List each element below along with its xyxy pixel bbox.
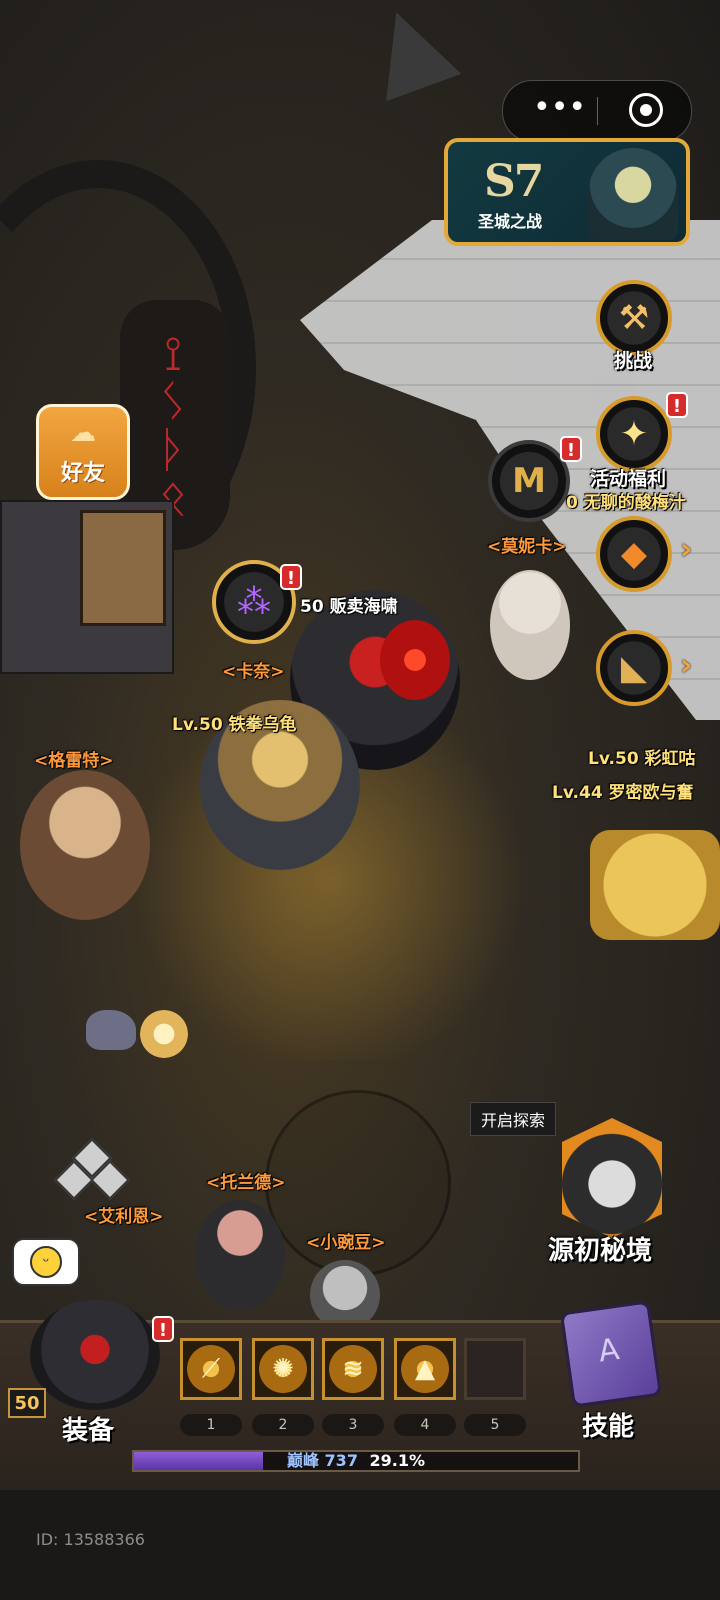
player-level: 50 bbox=[8, 1388, 46, 1418]
slot-number-4: 4 bbox=[394, 1414, 456, 1436]
skill-book-icon[interactable] bbox=[559, 1300, 663, 1408]
chevron-right-icon[interactable]: › bbox=[680, 532, 692, 567]
seller-player-label: 50 贩卖海啸 bbox=[300, 597, 398, 617]
glowing-orb[interactable] bbox=[140, 1010, 188, 1058]
cheese-player[interactable] bbox=[590, 830, 720, 940]
skill-label[interactable]: 技能 bbox=[582, 1406, 634, 1443]
crystal-menu-button[interactable] bbox=[54, 1138, 130, 1212]
season-title: S7 bbox=[484, 156, 544, 207]
claw-icon: ≋ bbox=[342, 1354, 364, 1384]
skill-slot-3[interactable]: ≋ bbox=[322, 1338, 384, 1400]
slot-number-1: 1 bbox=[180, 1414, 242, 1436]
peak-percent: 29.1% bbox=[369, 1451, 426, 1470]
kanai-label: <卡奈> bbox=[222, 662, 285, 682]
pea-label: <小豌豆> bbox=[306, 1233, 386, 1253]
chat-button[interactable]: ᵕ bbox=[12, 1238, 80, 1286]
purple-orbs-icon: ⁂ bbox=[237, 582, 271, 622]
m-crest-icon: M bbox=[512, 461, 546, 501]
slot-number-3: 3 bbox=[322, 1414, 384, 1436]
peak-value: 737 bbox=[324, 1451, 358, 1470]
lantern-icon: ✦ bbox=[619, 414, 649, 454]
skill-slot-2[interactable]: ✺ bbox=[252, 1338, 314, 1400]
monica-guild-button[interactable]: M bbox=[488, 440, 570, 522]
monica-badge: ! bbox=[560, 436, 582, 462]
cat-pet bbox=[86, 1010, 136, 1050]
events-button[interactable]: ✦ bbox=[596, 396, 672, 472]
demon-mask-icon: ▲ bbox=[415, 1354, 435, 1384]
slash-icon: ⟋ bbox=[201, 1353, 221, 1384]
monica-npc[interactable] bbox=[490, 570, 570, 680]
skull-portal-icon[interactable] bbox=[562, 1118, 662, 1238]
slot-number-2: 2 bbox=[252, 1414, 314, 1436]
grete-npc[interactable] bbox=[20, 770, 150, 920]
monica-label: <莫妮卡> bbox=[487, 537, 567, 557]
season-banner[interactable]: S7 圣城之战 bbox=[444, 138, 690, 246]
events-badge: ! bbox=[666, 392, 688, 418]
more-dots-icon[interactable]: ••• bbox=[533, 93, 586, 125]
red-eye-pet bbox=[380, 620, 450, 700]
skill-slot-4[interactable]: ▲ bbox=[394, 1338, 456, 1400]
cloud-icon: ☁ bbox=[70, 418, 96, 448]
tolan-label: <托兰德> bbox=[206, 1173, 286, 1193]
equipment-avatar[interactable] bbox=[30, 1300, 160, 1410]
explore-tooltip: 开启探索 bbox=[470, 1102, 557, 1136]
ironfist-player-label: Lv.50 铁拳乌龟 bbox=[172, 715, 297, 735]
romeo-player-label: Lv.44 罗密欧与奮 bbox=[552, 783, 694, 803]
gem-icon: ◆ bbox=[620, 534, 648, 574]
season-portrait bbox=[588, 148, 678, 240]
peak-label: 巅峰 bbox=[286, 1451, 319, 1470]
burst-icon: ✺ bbox=[272, 1354, 294, 1384]
capsule-divider bbox=[597, 97, 598, 125]
equipment-label[interactable]: 装备 bbox=[62, 1410, 114, 1447]
grete-label: <格雷特> bbox=[34, 751, 114, 771]
peak-progress-bar: 巅峰 737 29.1% bbox=[132, 1450, 580, 1472]
friend-button[interactable]: ☁ 好友 bbox=[36, 404, 130, 500]
friend-label: 好友 bbox=[60, 461, 105, 486]
smiley-icon: ᵕ bbox=[30, 1246, 62, 1278]
trade-badge: ! bbox=[280, 564, 302, 590]
season-subtitle: 圣城之战 bbox=[478, 212, 543, 231]
wooden-sign bbox=[80, 510, 166, 626]
tolan-npc[interactable] bbox=[195, 1200, 285, 1310]
gem-button[interactable]: ◆ bbox=[596, 516, 672, 592]
peak-progress-text: 巅峰 737 29.1% bbox=[134, 1452, 578, 1470]
skill-slot-1[interactable]: ⟋ bbox=[180, 1338, 242, 1400]
skill-slot-5[interactable] bbox=[464, 1338, 526, 1400]
equipment-badge: ! bbox=[152, 1316, 174, 1342]
events-label: 活动福利 bbox=[590, 468, 667, 490]
challenge-label: 挑战 bbox=[614, 350, 653, 372]
user-id: ID: 13588366 bbox=[36, 1530, 145, 1549]
hammer-icon: ⚒ bbox=[618, 298, 650, 338]
challenge-button[interactable]: ⚒ bbox=[596, 280, 672, 356]
pet-dog-button[interactable]: ◣ bbox=[596, 630, 672, 706]
target-close-icon[interactable] bbox=[629, 93, 663, 127]
slot-number-5: 5 bbox=[464, 1414, 526, 1436]
explore-label[interactable]: 源初秘境 bbox=[548, 1230, 652, 1267]
bored-player-label: 0 无聊的酸梅汁 bbox=[566, 493, 686, 513]
chevron-right-icon-2[interactable]: › bbox=[680, 648, 692, 683]
rainbow-player-label: Lv.50 彩虹咕 bbox=[588, 749, 696, 769]
dog-icon: ◣ bbox=[620, 648, 648, 688]
mini-program-capsule: ••• bbox=[502, 80, 692, 142]
